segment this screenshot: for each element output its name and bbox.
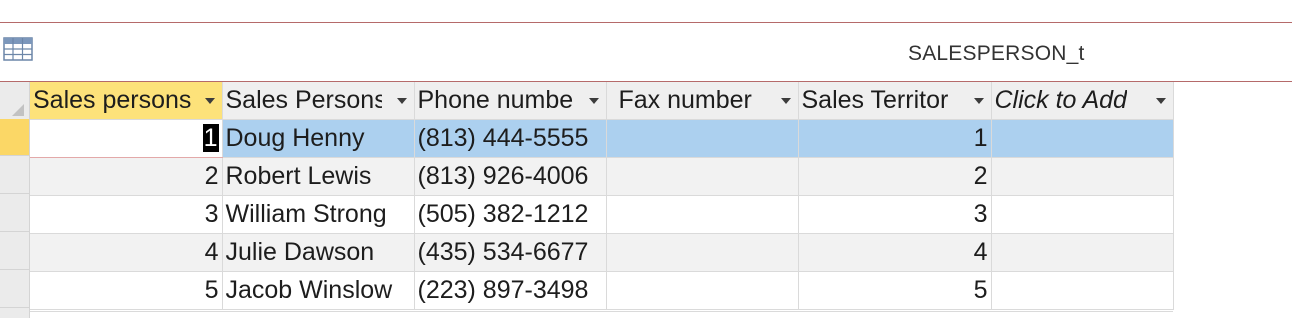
column-header-label: Click to Add bbox=[994, 86, 1127, 115]
record-selector-3[interactable] bbox=[0, 195, 29, 232]
cell-id[interactable]: 5 bbox=[30, 271, 223, 310]
cell-fax[interactable] bbox=[606, 157, 799, 196]
header-row: Sales persons Sales Persons Phone numbe … bbox=[30, 82, 1174, 120]
datasheet-grid: Sales persons Sales Persons Phone numbe … bbox=[0, 82, 1292, 318]
cell-name[interactable]: Robert Lewis bbox=[222, 157, 415, 196]
cell-id[interactable]: 1 bbox=[30, 119, 223, 158]
select-all-corner[interactable] bbox=[0, 82, 29, 119]
table-row[interactable]: 3 William Strong (505) 382-1212 3 bbox=[30, 195, 1174, 234]
column-header-label: Phone numbe bbox=[417, 86, 573, 115]
sort-filter-dropdown-icon[interactable] bbox=[588, 98, 599, 104]
cell-territory[interactable]: 2 bbox=[798, 157, 992, 196]
cell-name[interactable]: Jacob Winslow bbox=[222, 271, 415, 310]
cell-phone[interactable]: (813) 926-4006 bbox=[414, 157, 607, 196]
column-header-label: Sales persons bbox=[33, 86, 191, 115]
select-all-triangle-icon bbox=[12, 104, 24, 116]
cell-add[interactable] bbox=[991, 119, 1174, 158]
cell-territory[interactable]: 1 bbox=[798, 119, 992, 158]
cell-phone[interactable]: (435) 534-6677 bbox=[414, 233, 607, 272]
add-field-dropdown-icon[interactable] bbox=[1155, 98, 1166, 104]
col-click-to-add-header[interactable]: Click to Add bbox=[991, 82, 1174, 120]
datasheet-table: Sales persons Sales Persons Phone numbe … bbox=[30, 82, 1174, 310]
table-row[interactable]: 2 Robert Lewis (813) 926-4006 2 bbox=[30, 157, 1174, 196]
col-sales-person-name-header[interactable]: Sales Persons bbox=[222, 82, 415, 120]
column-header-label: Sales Territor bbox=[801, 86, 949, 115]
sort-filter-dropdown-icon[interactable] bbox=[780, 98, 791, 104]
col-phone-number-header[interactable]: Phone numbe bbox=[414, 82, 607, 120]
record-selector-5[interactable] bbox=[0, 271, 29, 308]
cell-fax[interactable] bbox=[606, 233, 799, 272]
col-sales-territory-header[interactable]: Sales Territor bbox=[798, 82, 992, 120]
record-selector-1[interactable] bbox=[0, 119, 29, 156]
cell-id[interactable]: 3 bbox=[30, 195, 223, 234]
table-row[interactable]: 4 Julie Dawson (435) 534-6677 4 bbox=[30, 233, 1174, 272]
sort-filter-dropdown-icon[interactable] bbox=[396, 98, 407, 104]
cell-add[interactable] bbox=[991, 157, 1174, 196]
cell-fax[interactable] bbox=[606, 195, 799, 234]
cell-fax[interactable] bbox=[606, 119, 799, 158]
cell-phone[interactable]: (223) 897-3498 bbox=[414, 271, 607, 310]
record-selector-2[interactable] bbox=[0, 157, 29, 194]
table-row[interactable]: 1 Doug Henny (813) 444-5555 1 bbox=[30, 119, 1174, 158]
cell-fax[interactable] bbox=[606, 271, 799, 310]
cell-phone[interactable]: (813) 444-5555 bbox=[414, 119, 607, 158]
cell-territory[interactable]: 5 bbox=[798, 271, 992, 310]
datasheet-table-icon bbox=[3, 37, 33, 61]
cell-id[interactable]: 2 bbox=[30, 157, 223, 196]
column-header-label: Fax number bbox=[618, 86, 752, 115]
record-selector-4[interactable] bbox=[0, 233, 29, 270]
sort-filter-dropdown-icon[interactable] bbox=[973, 98, 984, 104]
cell-name[interactable]: Julie Dawson bbox=[222, 233, 415, 272]
table-row[interactable]: 5 Jacob Winslow (223) 897-3498 5 bbox=[30, 271, 1174, 310]
cell-add[interactable] bbox=[991, 195, 1174, 234]
cell-name[interactable]: William Strong bbox=[222, 195, 415, 234]
record-selector-column bbox=[0, 82, 30, 318]
cell-add[interactable] bbox=[991, 271, 1174, 310]
column-header-label: Sales Persons bbox=[225, 86, 382, 115]
cell-name[interactable]: Doug Henny bbox=[222, 119, 415, 158]
cell-territory[interactable]: 4 bbox=[798, 233, 992, 272]
cell-phone[interactable]: (505) 382-1212 bbox=[414, 195, 607, 234]
cell-territory[interactable]: 3 bbox=[798, 195, 992, 234]
document-tab[interactable]: SALESPERSON_t bbox=[0, 23, 1292, 81]
col-fax-number-header[interactable]: Fax number bbox=[606, 82, 799, 120]
col-sales-person-id-header[interactable]: Sales persons bbox=[30, 82, 223, 120]
sort-filter-dropdown-icon[interactable] bbox=[204, 98, 215, 104]
cell-add[interactable] bbox=[991, 233, 1174, 272]
cell-id[interactable]: 4 bbox=[30, 233, 223, 272]
tab-title: SALESPERSON_t bbox=[908, 42, 1085, 65]
